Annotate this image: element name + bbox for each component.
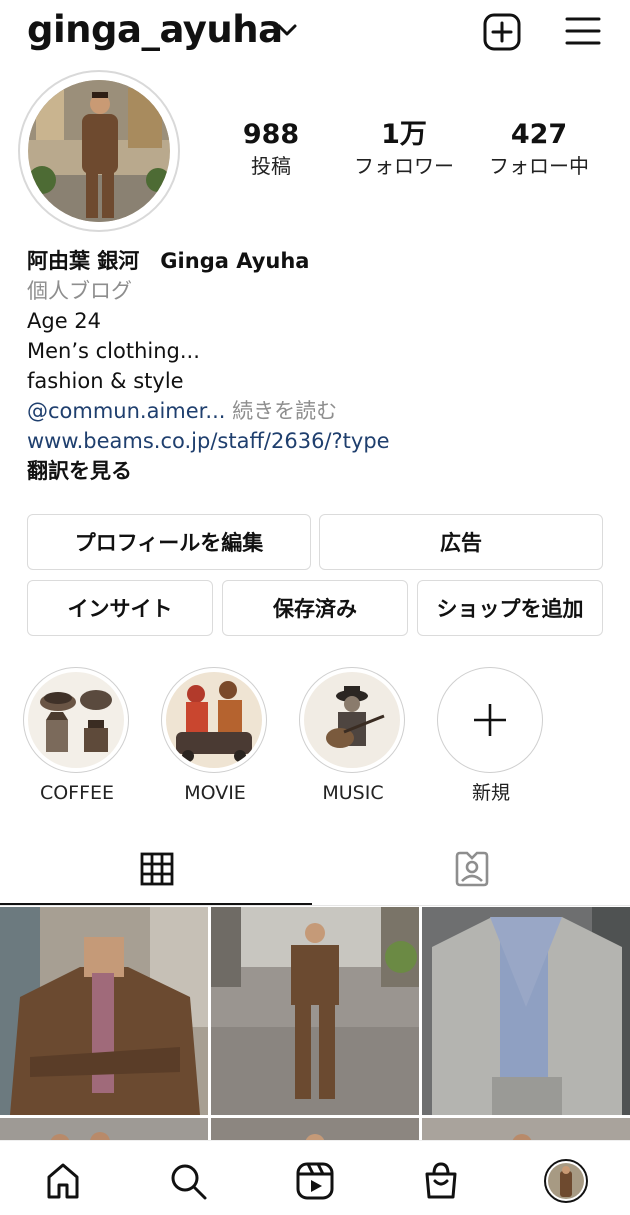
bio-line-3: fashion & style xyxy=(27,369,184,393)
followers-count: 1万 xyxy=(381,119,427,150)
edit-profile-button[interactable]: プロフィールを編集 xyxy=(27,514,311,570)
bio-line-1: Age 24 xyxy=(27,309,102,333)
reels-icon[interactable] xyxy=(293,1159,337,1203)
saved-button[interactable]: 保存済み xyxy=(222,580,408,636)
translate-link[interactable]: 翻訳を見る xyxy=(27,456,607,486)
following-label: フォロー中 xyxy=(489,154,589,178)
stat-posts[interactable]: 988 投稿 xyxy=(238,118,304,180)
music-illustration xyxy=(304,672,400,768)
plus-icon xyxy=(474,704,506,736)
stat-following[interactable]: 427 フォロー中 xyxy=(482,118,596,180)
highlight-coffee[interactable]: COFFEE xyxy=(23,667,131,805)
read-more-link[interactable]: 続きを読む xyxy=(225,399,337,423)
username[interactable]: ginga_ayuha xyxy=(27,8,283,51)
profile-tabs xyxy=(0,838,630,906)
add-shop-button[interactable]: ショップを追加 xyxy=(417,580,603,636)
bio-mention-row: @commun.aimer... 続きを読む xyxy=(27,396,607,426)
highlight-new[interactable]: 新規 xyxy=(437,667,545,805)
tab-divider xyxy=(0,905,630,906)
following-count: 427 xyxy=(510,119,568,150)
bio-line-2: Men’s clothing... xyxy=(27,339,200,363)
display-name: 阿由葉 銀河 Ginga Ayuha xyxy=(27,249,310,273)
tagged-person-icon[interactable] xyxy=(453,850,491,888)
chevron-down-icon[interactable] xyxy=(276,22,298,38)
bottom-navigation xyxy=(0,1140,630,1215)
hamburger-menu-icon[interactable] xyxy=(565,15,601,47)
highlight-label: COFFEE xyxy=(39,782,115,804)
highlight-label: MUSIC xyxy=(322,782,384,804)
highlight-label: 新規 xyxy=(471,782,510,804)
plus-square-icon[interactable] xyxy=(483,13,521,51)
shop-icon[interactable] xyxy=(419,1159,463,1203)
highlight-music[interactable]: MUSIC xyxy=(299,667,407,805)
search-icon[interactable] xyxy=(166,1159,210,1203)
movie-illustration xyxy=(166,672,262,768)
bio: 阿由葉 銀河 Ginga Ayuha 個人ブログ Age 24 Men’s cl… xyxy=(27,246,607,486)
followers-label: フォロワー xyxy=(354,154,454,178)
post-thumbnail[interactable] xyxy=(0,907,208,1115)
profile-avatar[interactable] xyxy=(28,80,170,222)
profile-avatar-icon[interactable] xyxy=(544,1159,588,1203)
posts-label: 投稿 xyxy=(251,154,291,178)
highlight-movie[interactable]: MOVIE xyxy=(161,667,269,805)
mention-link[interactable]: @commun.aimer... xyxy=(27,399,225,423)
website-link[interactable]: www.beams.co.jp/staff/2636/?type xyxy=(27,426,607,456)
insights-button[interactable]: インサイト xyxy=(27,580,213,636)
post-thumbnail[interactable] xyxy=(211,907,419,1115)
posts-count: 988 xyxy=(242,119,300,150)
home-icon[interactable] xyxy=(41,1159,85,1203)
post-grid xyxy=(0,907,630,1148)
post-thumbnail[interactable] xyxy=(422,907,630,1115)
grid-icon[interactable] xyxy=(140,852,174,886)
stat-followers[interactable]: 1万 フォロワー xyxy=(346,118,462,180)
coffee-illustration xyxy=(28,672,124,768)
top-bar: ginga_ayuha xyxy=(0,0,630,66)
ads-button[interactable]: 広告 xyxy=(319,514,603,570)
highlight-label: MOVIE xyxy=(184,782,246,804)
category-label: 個人ブログ xyxy=(27,279,132,303)
